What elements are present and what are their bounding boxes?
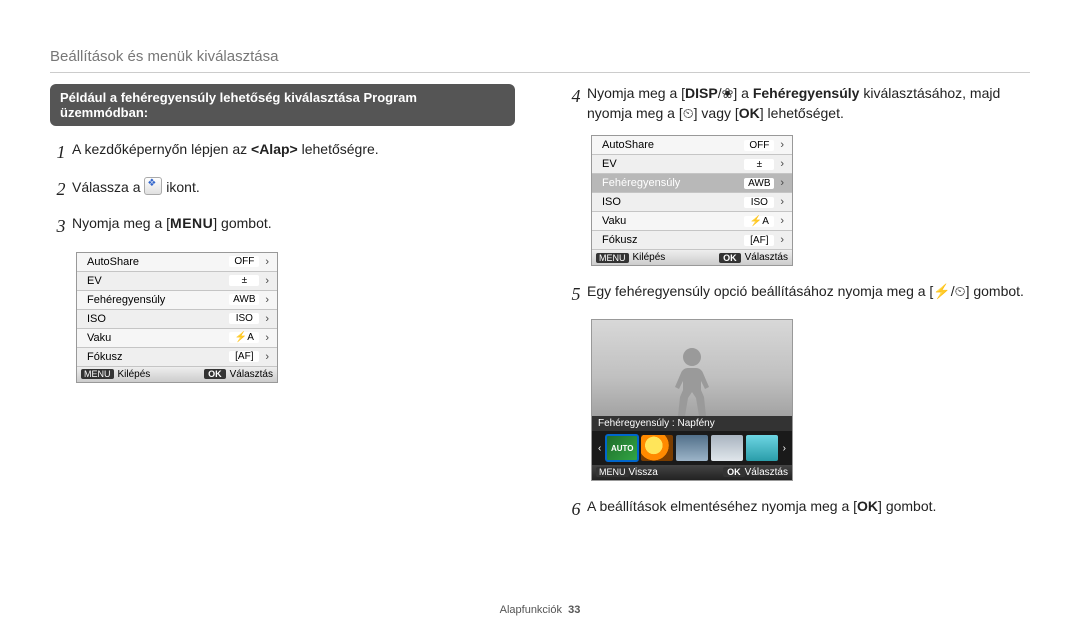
step-text: A beállítások elmentéséhez nyomja meg a … <box>587 497 1030 522</box>
step-num: 4 <box>565 84 587 123</box>
step-1: 1 A kezdőképernyőn lépjen az <Alap> lehe… <box>50 140 515 165</box>
steps-right: 4 Nyomja meg a [DISP/❀] a Fehéregyensúly… <box>565 84 1030 123</box>
page-footer: Alapfunkciók 33 <box>0 604 1080 616</box>
menu-statusbar: MENU Kilépés OK Választás <box>592 250 792 265</box>
menu-screenshot-1: AutoShareOFF› EV±› FehéregyensúlyAWB› IS… <box>76 252 278 383</box>
header-text: Beállítások és menük kiválasztása <box>50 48 278 65</box>
wb-preset-shade <box>711 435 743 461</box>
back-label: Kilépés <box>118 369 151 380</box>
menu-row: Vaku⚡A› <box>77 329 277 348</box>
menu-row: AutoShareOFF› <box>592 136 792 155</box>
step-num: 5 <box>565 282 587 307</box>
step-3: 3 Nyomja meg a [MENU] gombot. <box>50 214 515 239</box>
chevron-right-icon: › <box>780 158 784 170</box>
step-4: 4 Nyomja meg a [DISP/❀] a Fehéregyensúly… <box>565 84 1030 123</box>
bold-wb: Fehéregyensúly <box>753 85 860 101</box>
steps-left: 1 A kezdőképernyőn lépjen az <Alap> lehe… <box>50 140 515 240</box>
wb-current-label: Fehéregyensúly : Napfény <box>592 416 792 431</box>
menu-row: Fókusz[AF]› <box>592 231 792 250</box>
chevron-right-icon: › <box>265 294 269 306</box>
step-num: 3 <box>50 214 72 239</box>
app-icon <box>144 177 162 195</box>
menu-row: EV±› <box>77 272 277 291</box>
ok-key: OK <box>723 467 745 477</box>
wb-preset-daylight <box>641 435 673 461</box>
page-number: 33 <box>568 604 580 616</box>
step-6: 6 A beállítások elmentéséhez nyomja meg … <box>565 497 1030 522</box>
step-text: Válassza a ikont. <box>72 177 515 202</box>
step-2: 2 Válassza a ikont. <box>50 177 515 202</box>
chevron-right-icon: › <box>265 256 269 268</box>
back-label: Kilépés <box>633 252 666 263</box>
chevron-right-icon: › <box>780 234 784 246</box>
macro-icon: ❀ <box>722 85 734 101</box>
person-silhouette-icon <box>669 346 715 416</box>
chevron-right-icon: › <box>781 443 788 454</box>
back-label: Vissza <box>629 467 658 478</box>
flash-icon: ⚡ <box>933 283 950 299</box>
step-text: Nyomja meg a [MENU] gombot. <box>72 214 515 239</box>
timer-icon: ⏲ <box>955 283 966 299</box>
select-label: Választás <box>745 467 788 478</box>
chevron-left-icon: ‹ <box>596 443 603 454</box>
menu-row: EV±› <box>592 155 792 174</box>
menu-row: ISOISO› <box>77 310 277 329</box>
menu-key: MENU <box>81 369 114 379</box>
menu-row: Vaku⚡A› <box>592 212 792 231</box>
wb-preset-auto: AUTO <box>606 435 638 461</box>
ok-glyph: OK <box>739 105 760 121</box>
step-num: 1 <box>50 140 72 165</box>
menu-key: MENU <box>596 253 629 263</box>
menu-screenshot-2: AutoShareOFF› EV±› FehéregyensúlyAWB› IS… <box>591 135 793 266</box>
timer-icon: ⏲ <box>683 105 694 121</box>
chevron-right-icon: › <box>780 196 784 208</box>
menu-row: FehéregyensúlyAWB› <box>77 291 277 310</box>
wb-preview <box>592 320 792 416</box>
header-divider <box>50 72 1030 73</box>
wb-statusbar: MENUVissza OKVálasztás <box>592 465 792 480</box>
wb-screenshot: Fehéregyensúly : Napfény ‹ AUTO › MENUVi… <box>591 319 793 481</box>
select-label: Választás <box>745 252 788 263</box>
menu-row: Fókusz[AF]› <box>77 348 277 367</box>
steps-right-3: 6 A beállítások elmentéséhez nyomja meg … <box>565 497 1030 522</box>
menu-key: MENU <box>596 467 629 477</box>
step-text: Nyomja meg a [DISP/❀] a Fehéregyensúly k… <box>587 84 1030 123</box>
step-5: 5 Egy fehéregyensúly opció beállításához… <box>565 282 1030 307</box>
steps-right-2: 5 Egy fehéregyensúly opció beállításához… <box>565 282 1030 307</box>
mode-banner: Például a fehéregyensúly lehetőség kivál… <box>50 84 515 126</box>
select-label: Választás <box>230 369 273 380</box>
ok-glyph: OK <box>857 498 878 514</box>
step-num: 6 <box>565 497 587 522</box>
chevron-right-icon: › <box>265 313 269 325</box>
menu-statusbar: MENU Kilépés OK Választás <box>77 367 277 382</box>
ok-key: OK <box>719 253 741 263</box>
wb-preset-fluorescent <box>746 435 778 461</box>
right-column: 4 Nyomja meg a [DISP/❀] a Fehéregyensúly… <box>565 84 1030 535</box>
content-columns: Például a fehéregyensúly lehetőség kivál… <box>50 84 1030 535</box>
wb-presets: ‹ AUTO › <box>592 431 792 465</box>
step-text: A kezdőképernyőn lépjen az <Alap> lehető… <box>72 140 515 165</box>
step-num: 2 <box>50 177 72 202</box>
chevron-right-icon: › <box>265 332 269 344</box>
wb-preset-cloudy <box>676 435 708 461</box>
left-column: Például a fehéregyensúly lehetőség kivál… <box>50 84 515 535</box>
menu-glyph: MENU <box>170 215 213 231</box>
chevron-right-icon: › <box>265 275 269 287</box>
bold-alap: <Alap> <box>251 141 298 157</box>
chevron-right-icon: › <box>780 177 784 189</box>
menu-row: AutoShareOFF› <box>77 253 277 272</box>
chevron-right-icon: › <box>265 351 269 363</box>
chevron-right-icon: › <box>780 215 784 227</box>
disp-glyph: DISP <box>685 85 718 101</box>
step-text: Egy fehéregyensúly opció beállításához n… <box>587 282 1030 307</box>
menu-row-selected: FehéregyensúlyAWB› <box>592 174 792 193</box>
menu-row: ISOISO› <box>592 193 792 212</box>
ok-key: OK <box>204 369 226 379</box>
chevron-right-icon: › <box>780 139 784 151</box>
